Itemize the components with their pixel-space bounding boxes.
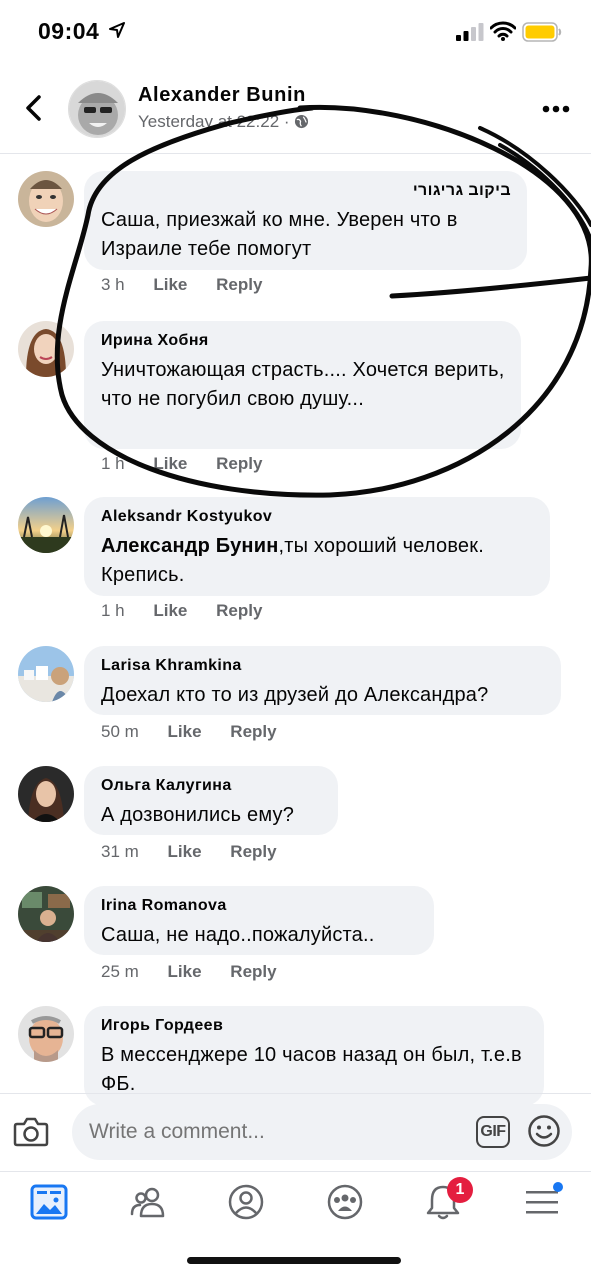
- commenter-avatar[interactable]: [18, 1006, 74, 1062]
- status-bar: 09:04: [0, 0, 591, 64]
- comment-time: 1 h: [101, 601, 125, 620]
- comment-author[interactable]: Ольга Калугина: [101, 777, 322, 795]
- post-header: Alexander Bunin Yesterday at 22:22 ·: [0, 70, 591, 154]
- comment-text: Уничтожающая страсть.... Хочется верить,…: [101, 359, 505, 410]
- more-options-icon[interactable]: [541, 104, 571, 114]
- comment-actions: 1 h Like Reply: [101, 454, 286, 474]
- like-button[interactable]: Like: [168, 962, 202, 981]
- comment-text: Александр Бунин,ты хороший человек. Креп…: [101, 532, 534, 590]
- comment-time: 25 m: [101, 962, 139, 981]
- globe-icon: [294, 114, 308, 129]
- comment-composer: GIF: [0, 1093, 591, 1171]
- post-time-text: Yesterday at 22:22: [138, 112, 280, 131]
- location-arrow-icon: [109, 22, 125, 38]
- separator-dot: ·: [283, 112, 290, 131]
- home-indicator[interactable]: [187, 1257, 401, 1264]
- news-feed-icon[interactable]: [29, 1182, 69, 1222]
- gif-label: GIF: [480, 1123, 506, 1140]
- comment-time: 31 m: [101, 842, 139, 861]
- comment-bubble[interactable]: Ирина Хобня Уничтожающая страсть.... Хоч…: [84, 321, 521, 449]
- comment-author[interactable]: Игорь Гордеев: [101, 1017, 528, 1035]
- reply-button[interactable]: Reply: [216, 275, 262, 294]
- commenter-avatar[interactable]: [18, 646, 74, 702]
- commenter-avatar[interactable]: [18, 497, 74, 553]
- friends-icon[interactable]: [128, 1182, 168, 1222]
- comment-text: В мессенджере 10 часов назад он был, т.е…: [101, 1044, 522, 1095]
- reply-button[interactable]: Reply: [230, 962, 276, 981]
- cellular-signal-icon: [456, 23, 484, 41]
- commenter-avatar[interactable]: [18, 321, 74, 377]
- comment-author[interactable]: Larisa Khramkina: [101, 657, 545, 675]
- comment-time: 50 m: [101, 722, 139, 741]
- comment-actions: 25 m Like Reply: [101, 962, 301, 982]
- back-chevron-icon[interactable]: [22, 94, 46, 122]
- comment-actions: 31 m Like Reply: [101, 842, 301, 862]
- comment-author[interactable]: Aleksandr Kostyukov: [101, 508, 534, 526]
- status-time: 09:04: [38, 18, 100, 44]
- commenter-avatar[interactable]: [18, 171, 74, 227]
- reply-button[interactable]: Reply: [216, 454, 262, 473]
- like-button[interactable]: Like: [153, 601, 187, 620]
- battery-icon: [522, 22, 562, 42]
- comment-text: А дозвонились ему?: [101, 804, 295, 826]
- comment-author[interactable]: Irina Romanova: [101, 897, 418, 915]
- emoji-smile-icon[interactable]: [527, 1114, 561, 1148]
- reply-button[interactable]: Reply: [230, 722, 276, 741]
- gif-icon[interactable]: GIF: [476, 1116, 510, 1148]
- comment-actions: 1 h Like Reply: [101, 601, 286, 621]
- wifi-icon: [490, 21, 516, 41]
- groups-icon[interactable]: [325, 1182, 365, 1222]
- author-avatar[interactable]: [68, 80, 126, 138]
- like-button[interactable]: Like: [153, 275, 187, 294]
- comment-bubble[interactable]: Larisa Khramkina Доехал кто то из друзей…: [84, 646, 561, 715]
- mention-link[interactable]: Александр Бунин: [101, 535, 278, 557]
- reply-button[interactable]: Reply: [216, 601, 262, 620]
- comment-actions: 3 h Like Reply: [101, 275, 286, 295]
- reply-button[interactable]: Reply: [230, 842, 276, 861]
- comment-bubble[interactable]: Irina Romanova Саша, не надо..пожалуйста…: [84, 886, 434, 955]
- post-timestamp: Yesterday at 22:22 ·: [138, 112, 309, 132]
- comment-text: Саша, приезжай ко мне. Уверен что в Изра…: [101, 209, 458, 260]
- comment-time: 1 h: [101, 454, 125, 473]
- profile-icon[interactable]: [226, 1182, 266, 1222]
- post-author-name[interactable]: Alexander Bunin: [138, 84, 306, 107]
- menu-new-dot: [553, 1182, 563, 1192]
- comment-time: 3 h: [101, 275, 125, 294]
- notifications-badge: 1: [447, 1177, 473, 1203]
- comment-author[interactable]: ביקוב גריגורי: [101, 182, 511, 200]
- comment-text: Саша, не надо..пожалуйста..: [101, 924, 375, 946]
- like-button[interactable]: Like: [168, 722, 202, 741]
- comment-bubble[interactable]: ביקוב גריגורי Саша, приезжай ко мне. Уве…: [84, 171, 527, 270]
- commenter-avatar[interactable]: [18, 766, 74, 822]
- comment-actions: 50 m Like Reply: [101, 722, 301, 742]
- comment-text: Доехал кто то из друзей до Александра?: [101, 684, 489, 706]
- like-button[interactable]: Like: [153, 454, 187, 473]
- commenter-avatar[interactable]: [18, 886, 74, 942]
- like-button[interactable]: Like: [168, 842, 202, 861]
- comment-bubble[interactable]: Aleksandr Kostyukov Александр Бунин,ты х…: [84, 497, 550, 596]
- comment-bubble[interactable]: Ольга Калугина А дозвонились ему?: [84, 766, 338, 835]
- comment-bubble[interactable]: Игорь Гордеев В мессенджере 10 часов наз…: [84, 1006, 544, 1106]
- comment-author[interactable]: Ирина Хобня: [101, 332, 505, 350]
- camera-icon[interactable]: [13, 1115, 49, 1147]
